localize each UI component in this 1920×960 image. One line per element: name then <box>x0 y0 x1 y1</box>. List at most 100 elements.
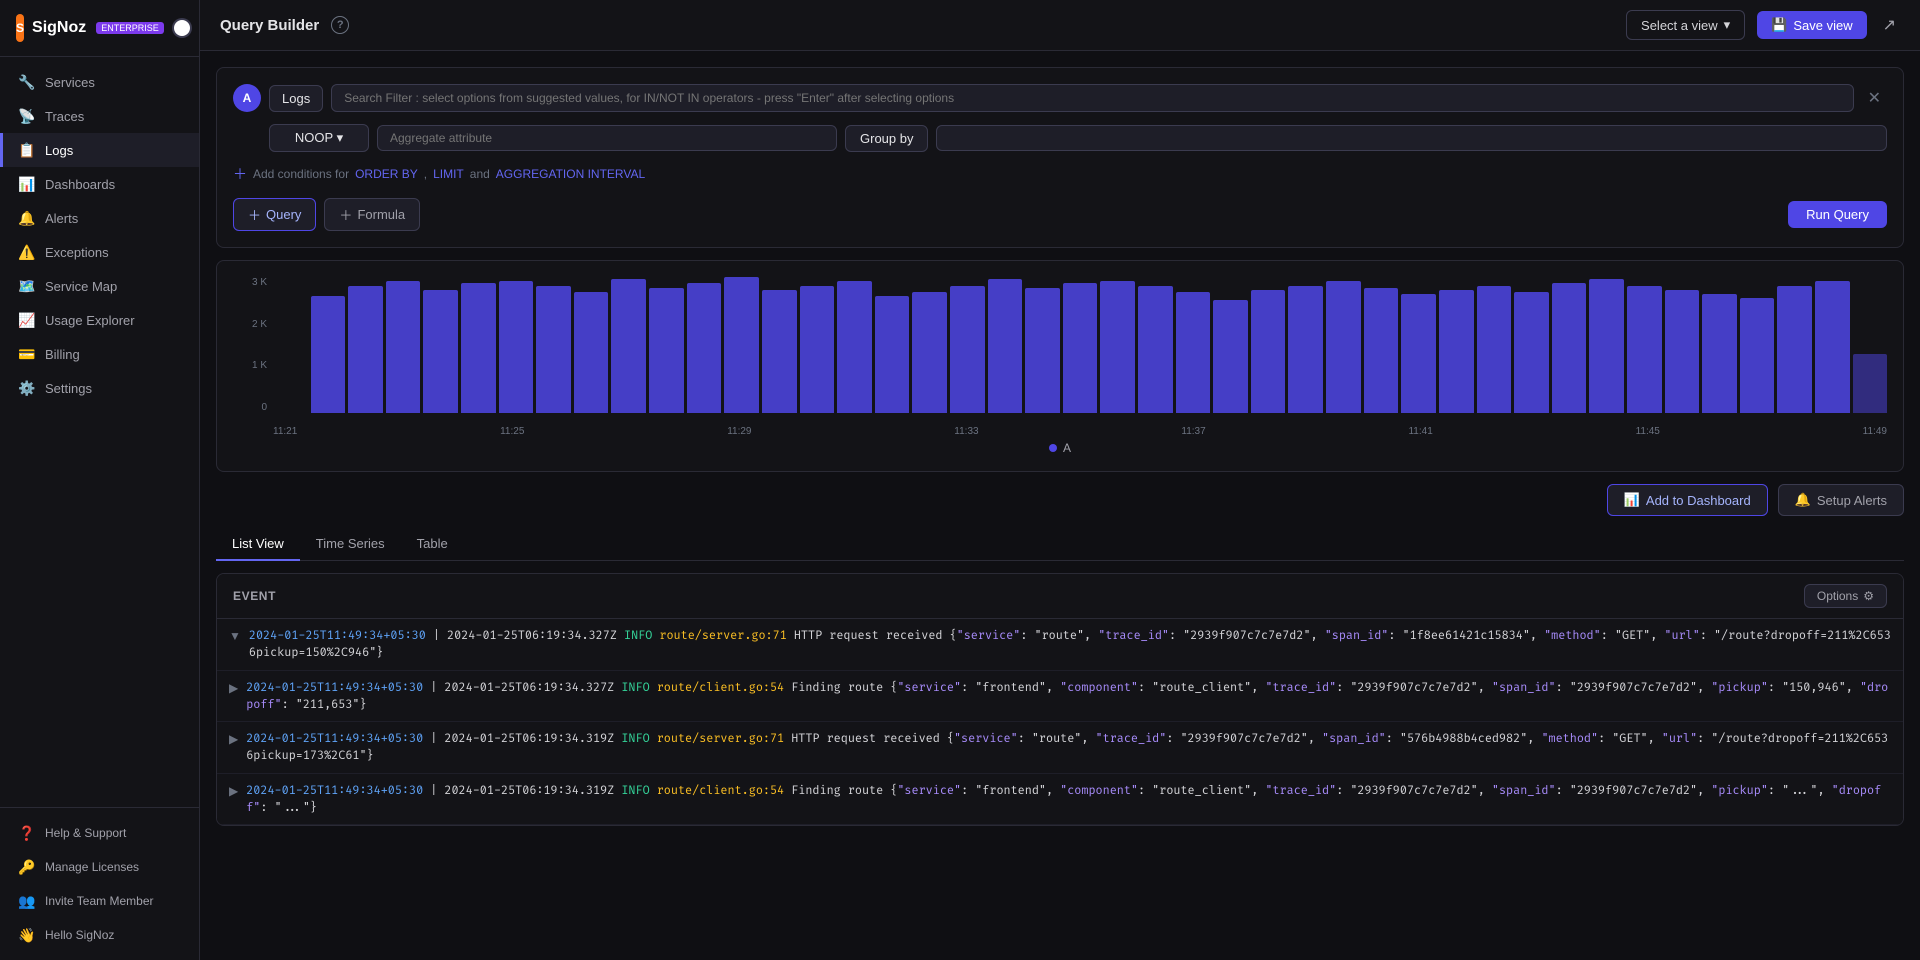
log-table-container: Event Options ⚙ ▼2024-01-25T11:49:34+05:… <box>216 573 1904 826</box>
log-expand-icon[interactable]: ▶ <box>229 784 238 798</box>
sidebar-item-logs[interactable]: 📋 Logs <box>0 133 199 167</box>
save-view-button[interactable]: 💾 Save view <box>1757 11 1866 39</box>
dashboard-icon: 📊 <box>1624 492 1640 508</box>
chart-bar <box>1364 288 1399 413</box>
log-row[interactable]: ▶2024-01-25T11:49:34+05:30 | 2024-01-25T… <box>217 722 1903 774</box>
and-text: and <box>470 167 490 181</box>
legend-dot-a <box>1049 444 1057 452</box>
sidebar-item-hello-signoz-label: Hello SigNoz <box>45 928 114 942</box>
log-row[interactable]: ▼ 2024-01-25T11:49:34+05:30 | 2024-01-25T… <box>217 619 1903 671</box>
chart-bar <box>1627 286 1662 414</box>
chart-bar <box>386 281 421 413</box>
query-source-button[interactable]: Logs <box>269 85 323 112</box>
help-tooltip-icon[interactable]: ? <box>331 16 349 34</box>
conditions-plus-icon[interactable]: ＋ <box>233 164 247 184</box>
group-by-value-input[interactable] <box>936 125 1887 151</box>
log-expand-icon[interactable]: ▶ <box>229 681 238 695</box>
sidebar-item-help-support[interactable]: ❓ Help & Support <box>0 816 199 850</box>
sidebar-item-billing-label: Billing <box>45 347 80 362</box>
group-by-button[interactable]: Group by <box>845 125 928 152</box>
theme-toggle[interactable] <box>172 18 192 38</box>
chart-bar <box>1288 286 1323 414</box>
chevron-down-icon: ▾ <box>1724 17 1731 33</box>
chart-area: 3 K 2 K 1 K 0 11:21 11:25 11:29 11:33 11… <box>233 277 1887 437</box>
service-map-icon: 🗺️ <box>19 278 35 294</box>
plus-icon: ＋ <box>248 205 261 224</box>
invite-icon: 👥 <box>19 893 35 909</box>
log-text: 2024-01-25T11:49:34+05:30 | 2024-01-25T0… <box>246 782 1891 817</box>
chart-bar <box>1853 354 1888 414</box>
close-query-button[interactable]: ✕ <box>1862 86 1887 110</box>
tab-list-view[interactable]: List View <box>216 528 300 561</box>
x-label-7: 11:45 <box>1636 426 1660 437</box>
log-row[interactable]: ▶ 2024-01-25T11:49:34+05:30 | 2024-01-25T… <box>217 774 1903 826</box>
tab-time-series[interactable]: Time Series <box>300 528 401 561</box>
sidebar-item-settings-label: Settings <box>45 381 92 396</box>
logs-icon: 📋 <box>19 142 35 158</box>
chart-bar <box>1213 300 1248 413</box>
sidebar-item-exceptions[interactable]: ⚠️ Exceptions <box>0 235 199 269</box>
query-label-a: A <box>233 84 261 112</box>
run-query-button[interactable]: Run Query <box>1788 201 1887 228</box>
chart-bar <box>1176 292 1211 413</box>
x-label-5: 11:37 <box>1181 426 1205 437</box>
chart-bar <box>1326 281 1361 413</box>
noop-selector[interactable]: NOOP ▾ <box>269 124 369 152</box>
add-query-label: Query <box>266 207 301 222</box>
options-label: Options <box>1817 589 1858 603</box>
add-query-button[interactable]: ＋ Query <box>233 198 316 231</box>
sidebar-item-usage-explorer[interactable]: 📈 Usage Explorer <box>0 303 199 337</box>
chart-bar <box>800 286 835 414</box>
licenses-icon: 🔑 <box>19 859 35 875</box>
sidebar-item-manage-licenses[interactable]: 🔑 Manage Licenses <box>0 850 199 884</box>
x-label-3: 11:29 <box>727 426 751 437</box>
aggregate-attribute-input[interactable] <box>377 125 837 151</box>
log-expand-icon[interactable]: ▶ <box>229 732 238 746</box>
sidebar-item-service-map[interactable]: 🗺️ Service Map <box>0 269 199 303</box>
chart-bar <box>762 290 797 413</box>
conditions-row: ＋ Add conditions for ORDER BY , LIMIT an… <box>233 164 1887 184</box>
sidebar-bottom: ❓ Help & Support 🔑 Manage Licenses 👥 Inv… <box>0 807 199 960</box>
sidebar-item-help-support-label: Help & Support <box>45 826 126 840</box>
sidebar-item-invite-label: Invite Team Member <box>45 894 154 908</box>
chart-bar <box>1665 290 1700 413</box>
sidebar-item-traces[interactable]: 📡 Traces <box>0 99 199 133</box>
x-label-8: 11:49 <box>1863 426 1887 437</box>
x-label-6: 11:41 <box>1408 426 1432 437</box>
aggregation-interval-link[interactable]: AGGREGATION INTERVAL <box>496 167 645 181</box>
log-rows-container: ▼ 2024-01-25T11:49:34+05:30 | 2024-01-25T… <box>217 619 1903 825</box>
chart-bar <box>611 279 646 413</box>
log-row[interactable]: ▶2024-01-25T11:49:34+05:30 | 2024-01-25T… <box>217 671 1903 723</box>
chart-bar <box>1815 281 1850 413</box>
log-expand-icon[interactable]: ▼ <box>229 629 241 643</box>
select-view-button[interactable]: Select a view ▾ <box>1626 10 1745 40</box>
query-row-1: A Logs ✕ <box>233 84 1887 112</box>
limit-link[interactable]: LIMIT <box>433 167 464 181</box>
add-to-dashboard-button[interactable]: 📊 Add to Dashboard <box>1607 484 1768 516</box>
chart-bar <box>1589 279 1624 413</box>
chart-bar <box>1439 290 1474 413</box>
chart-bar <box>1777 286 1812 414</box>
sidebar-item-hello-signoz[interactable]: 👋 Hello SigNoz <box>0 918 199 952</box>
setup-alerts-button[interactable]: 🔔 Setup Alerts <box>1778 484 1904 516</box>
sidebar-item-traces-label: Traces <box>45 109 84 124</box>
chart-bar <box>461 283 496 413</box>
chart-bar <box>1477 286 1512 414</box>
share-button[interactable]: ↗ <box>1879 11 1900 39</box>
sidebar-item-billing[interactable]: 💳 Billing <box>0 337 199 371</box>
sidebar-item-dashboards[interactable]: 📊 Dashboards <box>0 167 199 201</box>
options-button[interactable]: Options ⚙ <box>1804 584 1887 608</box>
query-filter-input[interactable] <box>331 84 1853 112</box>
sidebar-item-exceptions-label: Exceptions <box>45 245 109 260</box>
log-text: 2024-01-25T11:49:34+05:30 | 2024-01-25T0… <box>249 627 1891 662</box>
sidebar-item-invite-team-member[interactable]: 👥 Invite Team Member <box>0 884 199 918</box>
order-by-link[interactable]: ORDER BY <box>355 167 418 181</box>
theme-toggle-knob <box>174 20 190 36</box>
tab-list-view-label: List View <box>232 536 284 551</box>
sidebar-item-settings[interactable]: ⚙️ Settings <box>0 371 199 405</box>
sidebar-item-services[interactable]: 🔧 Services <box>0 65 199 99</box>
sidebar-item-alerts[interactable]: 🔔 Alerts <box>0 201 199 235</box>
add-formula-button[interactable]: ＋ Formula <box>324 198 420 231</box>
actions-row: 📊 Add to Dashboard 🔔 Setup Alerts <box>216 484 1904 516</box>
tab-table[interactable]: Table <box>401 528 464 561</box>
